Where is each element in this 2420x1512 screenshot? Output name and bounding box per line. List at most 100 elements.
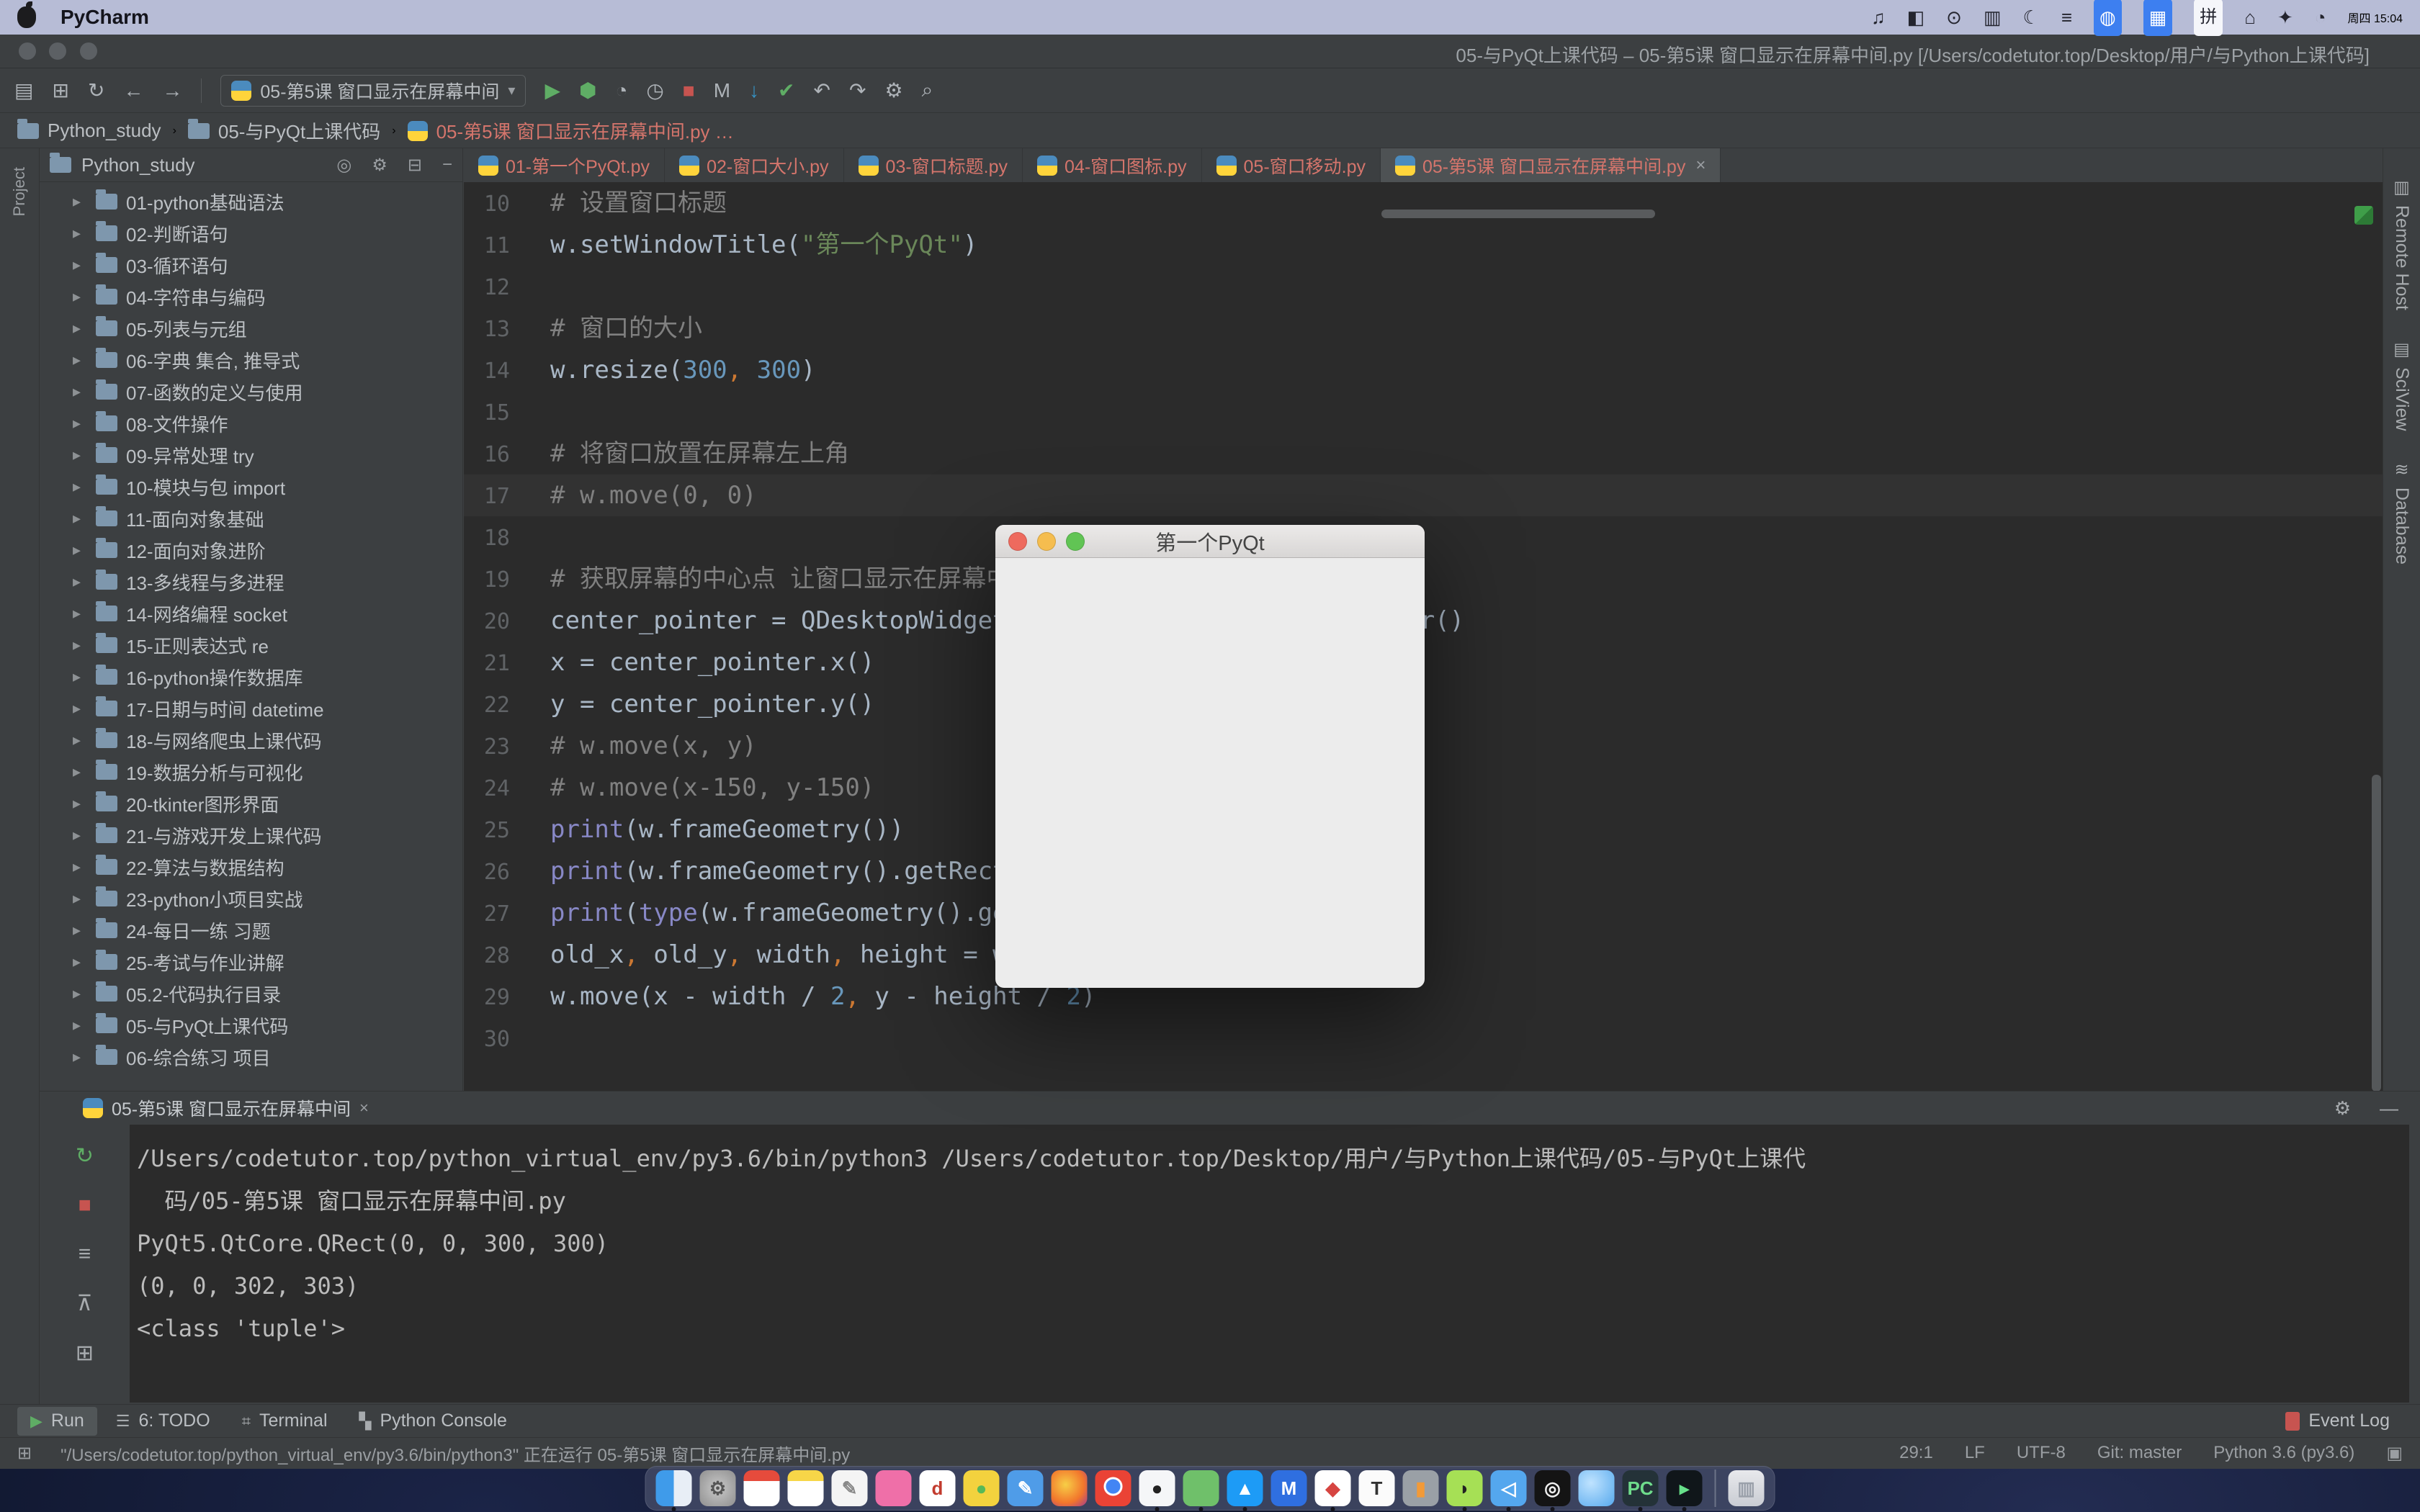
dock-icon-trash[interactable]: ▥ (1729, 1470, 1765, 1506)
menubar-app-name[interactable]: PyCharm (60, 6, 149, 29)
forward-icon[interactable]: → (162, 79, 182, 102)
vcs-commit-icon[interactable]: ✔ (778, 78, 794, 102)
grid-icon[interactable]: ▦ (2143, 0, 2173, 36)
stop-run-icon[interactable]: ■ (78, 1193, 91, 1218)
apple-menu-icon[interactable] (17, 6, 36, 28)
panel-settings-icon[interactable]: ⚙ (372, 155, 387, 176)
coverage-icon[interactable]: ◔ (615, 79, 627, 102)
status-widget[interactable]: 29:1 (1899, 1443, 1933, 1464)
status-widget[interactable]: Python 3.6 (py3.6) (2213, 1443, 2354, 1464)
open-icon[interactable]: ▤ (14, 78, 33, 102)
dock-icon-dash[interactable]: d (920, 1470, 956, 1506)
dock-icon-app-store[interactable]: ▲ (1227, 1470, 1263, 1506)
pyqt-title-bar[interactable]: 第一个PyQt (995, 525, 1425, 558)
status-widget[interactable]: LF (1965, 1443, 1985, 1464)
tree-item[interactable]: ▸13-多线程与多进程 (40, 566, 462, 598)
dock-icon-qq[interactable]: ● (1139, 1470, 1175, 1506)
project-root-name[interactable]: Python_study (81, 154, 319, 176)
tree-item[interactable]: ▸24-每日一练 习题 (40, 914, 462, 946)
sync-icon[interactable]: ↻ (88, 78, 104, 102)
dock-icon-chrome[interactable] (1095, 1470, 1131, 1506)
tree-item[interactable]: ▸12-面向对象进阶 (40, 534, 462, 566)
tree-item[interactable]: ▸06-综合练习 项目 (40, 1041, 462, 1073)
battery-icon[interactable]: ◔ (2315, 0, 2326, 35)
project-stripe-tab[interactable]: Project (10, 167, 29, 216)
hide-panel-icon[interactable]: − (442, 155, 452, 176)
dock-icon-mweb[interactable]: M (1271, 1470, 1307, 1506)
tree-item[interactable]: ▸08-文件操作 (40, 408, 462, 439)
minimize-window-icon[interactable] (49, 42, 66, 60)
run-configuration-select[interactable]: 05-第5课 窗口显示在屏幕中间▾ (220, 75, 526, 107)
collapse-all-icon[interactable]: ⊟ (408, 155, 422, 176)
screen-record-icon[interactable]: ⊙ (1946, 0, 1962, 35)
dock-icon-textedit[interactable]: ✎ (832, 1470, 868, 1506)
zoom-window-icon[interactable] (80, 42, 97, 60)
dock-icon-system-preferences[interactable]: ⚙ (700, 1470, 736, 1506)
dock-icon-gray-utility[interactable]: ▮ (1403, 1470, 1439, 1506)
spotlight-icon[interactable]: ✦ (2277, 0, 2293, 35)
close-run-tab-icon[interactable]: × (359, 1099, 369, 1117)
toolwindow-button-6-todo[interactable]: ☰6: TODO (103, 1407, 223, 1436)
dock-icon-calendar[interactable] (744, 1470, 780, 1506)
commit-icon[interactable]: M (714, 79, 730, 102)
dock-icon-finder[interactable] (656, 1470, 692, 1506)
dock-icon-blue-sphere[interactable] (1579, 1470, 1615, 1506)
dock-icon-music-player[interactable]: ◁ (1491, 1470, 1527, 1506)
scroll-to-end-icon[interactable]: ⊼ (77, 1291, 93, 1316)
editor-tab[interactable]: 01-第一个PyQt.py (464, 148, 665, 182)
dock-icon-notes[interactable] (788, 1470, 824, 1506)
stripe-tab-remote-host[interactable]: ▥Remote Host (2383, 177, 2420, 310)
undo-icon[interactable]: ↶ (814, 78, 830, 102)
stop-icon[interactable]: ■ (683, 79, 695, 102)
dock-icon-thunder[interactable]: ◗ (1447, 1470, 1483, 1506)
dock-icon-evernote[interactable] (1183, 1470, 1219, 1506)
horizontal-scrollbar-thumb[interactable] (1381, 210, 1655, 218)
breadcrumb-current-file[interactable]: 05-第5课 窗口显示在屏幕中间.py … (408, 117, 734, 144)
editor-tab[interactable]: 03-窗口标题.py (844, 148, 1023, 182)
run-console-output[interactable]: /Users/codetutor.top/python_virtual_env/… (130, 1125, 2409, 1403)
tree-item[interactable]: ▸15-正则表达式 re (40, 629, 462, 661)
vcs-update-icon[interactable]: ↓ (749, 79, 759, 102)
tree-item[interactable]: ▸23-python小项目实战 (40, 883, 462, 914)
dock-icon-media-disc[interactable]: ◎ (1535, 1470, 1571, 1506)
console-menu-icon[interactable]: ≡ (79, 1242, 91, 1266)
toolwindow-button-terminal[interactable]: ⌗Terminal (229, 1407, 341, 1436)
tree-item[interactable]: ▸04-字符串与编码 (40, 281, 462, 312)
tree-item[interactable]: ▸25-考试与作业讲解 (40, 946, 462, 978)
tree-item[interactable]: ▸19-数据分析与可视化 (40, 756, 462, 788)
tree-item[interactable]: ▸02-判断语句 (40, 217, 462, 249)
tree-item[interactable]: ▸05.2-代码执行目录 (40, 978, 462, 1009)
breadcrumb-item[interactable]: 05-与PyQt上课代码 (188, 117, 380, 144)
minimize-panel-icon[interactable]: — (2380, 1097, 2398, 1120)
tree-item[interactable]: ▸05-与PyQt上课代码 (40, 1009, 462, 1041)
status-widget[interactable]: ▣ (2386, 1443, 2403, 1464)
rerun-icon[interactable]: ↻ (76, 1143, 94, 1169)
tree-item[interactable]: ▸17-日期与时间 datetime (40, 693, 462, 724)
project-tree[interactable]: ▸01-python基础语法▸02-判断语句▸03-循环语句▸04-字符串与编码… (40, 186, 462, 1156)
settings-icon[interactable]: ⚙ (884, 78, 902, 102)
tree-item[interactable]: ▸16-python操作数据库 (40, 661, 462, 693)
tree-item[interactable]: ▸11-面向对象基础 (40, 503, 462, 534)
tree-item[interactable]: ▸09-异常处理 try (40, 439, 462, 471)
stripe-tab-database[interactable]: ≋Database (2383, 459, 2420, 564)
dnd-icon[interactable]: ☾ (2023, 0, 2040, 35)
dock-icon-yellow-messenger[interactable]: ● (964, 1470, 1000, 1506)
dock-icon-pink-app[interactable] (876, 1470, 912, 1506)
stripe-tab-sciview[interactable]: ▤SciView (2383, 339, 2420, 431)
profiler-icon[interactable]: ◷ (646, 78, 663, 102)
display-icon[interactable]: ◧ (1907, 0, 1925, 35)
editor-tab[interactable]: 04-窗口图标.py (1023, 148, 1201, 182)
tree-item[interactable]: ▸03-循环语句 (40, 249, 462, 281)
breadcrumb-item[interactable]: Python_study (17, 120, 161, 142)
dock-icon-terminal[interactable]: ▸ (1667, 1470, 1703, 1506)
disk-icon[interactable]: ◍ (2094, 0, 2122, 36)
menubar-clock[interactable]: 周四 15:04 (2348, 9, 2403, 26)
tool-window-switcher-icon[interactable]: ⊞ (17, 1443, 32, 1464)
soft-wrap-icon[interactable]: ⊞ (76, 1341, 94, 1366)
tree-item[interactable]: ▸14-网络编程 socket (40, 598, 462, 629)
tree-item[interactable]: ▸18-与网络爬虫上课代码 (40, 724, 462, 756)
tree-item[interactable]: ▸06-字典 集合, 推导式 (40, 344, 462, 376)
toolwindow-button-event-log[interactable]: Event Log (2272, 1407, 2403, 1436)
tree-item[interactable]: ▸07-函数的定义与使用 (40, 376, 462, 408)
status-widget[interactable]: UTF-8 (2017, 1443, 2066, 1464)
